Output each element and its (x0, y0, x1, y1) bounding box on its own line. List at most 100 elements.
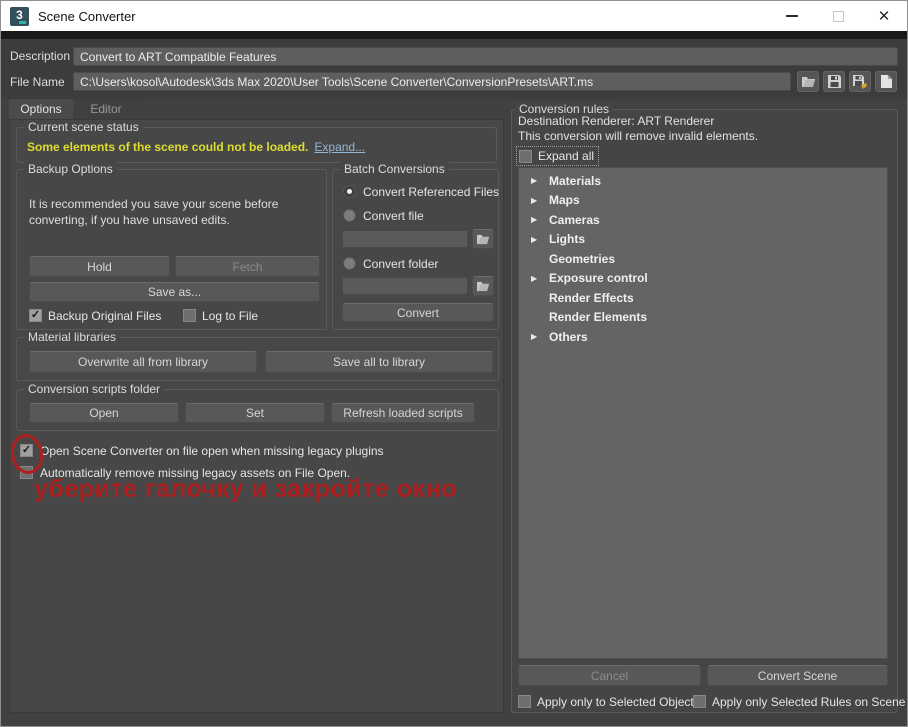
window-title: Scene Converter (38, 8, 136, 24)
maximize-button[interactable] (815, 1, 861, 31)
tree-item-label: Exposure control (549, 271, 648, 286)
conversion-scripts-folder-title: Conversion scripts folder (24, 382, 165, 396)
options-panel: Current scene status Some elements of th… (7, 119, 504, 713)
tree-item[interactable]: ▶ Others (519, 327, 887, 347)
save-as-button[interactable]: Save as... (29, 282, 320, 302)
tree-item[interactable]: Geometries (519, 249, 887, 269)
convert-file-radio[interactable] (343, 209, 356, 222)
convert-button[interactable]: Convert (342, 303, 494, 322)
file-name-label: File Name (10, 75, 65, 89)
scene-converter-window: 3 Scene Converter ✕ Description File Nam… (0, 0, 908, 727)
cancel-button[interactable]: Cancel (518, 665, 701, 686)
tab-editor[interactable]: Editor (74, 99, 138, 119)
backup-options-title: Backup Options (24, 162, 117, 176)
tree-item-label: Render Elements (549, 310, 648, 325)
save-all-to-library-button[interactable]: Save all to library (265, 351, 493, 373)
current-scene-status-title: Current scene status (24, 120, 143, 134)
expand-all-label: Expand all (538, 149, 595, 163)
open-folder-icon (801, 76, 816, 88)
convert-folder-input[interactable] (342, 277, 468, 295)
3ds-max-logo-icon: 3 (10, 6, 29, 26)
hold-button[interactable]: Hold (29, 256, 170, 277)
tree-item[interactable]: ▶ Lights (519, 230, 887, 250)
minimize-icon (786, 15, 798, 17)
browse-folder-button[interactable] (472, 276, 494, 296)
expand-arrow-icon[interactable]: ▶ (531, 235, 543, 244)
save-preset-as-button[interactable] (849, 71, 871, 92)
tree-item-label: Materials (549, 173, 602, 188)
logo-text: 3 (16, 8, 23, 22)
tree-item[interactable]: ▶ Maps (519, 191, 887, 211)
material-libraries-group: Material libraries Overwrite all from li… (16, 330, 499, 381)
tree-item[interactable]: ▶ Materials (519, 171, 887, 191)
convert-folder-label: Convert folder (363, 257, 439, 271)
batch-conversions-title: Batch Conversions (340, 162, 449, 176)
close-icon: ✕ (877, 7, 891, 25)
apply-only-selected-rules-checkbox[interactable] (693, 695, 706, 708)
description-input[interactable] (73, 47, 898, 66)
convert-file-input[interactable] (342, 230, 468, 248)
backup-options-group: Backup Options It is recommended you sav… (16, 162, 327, 330)
expand-link[interactable]: Expand... (314, 140, 365, 154)
open-scripts-button[interactable]: Open (29, 403, 179, 423)
backup-original-files-checkbox[interactable] (29, 309, 42, 322)
set-scripts-button[interactable]: Set (185, 403, 325, 423)
tree-item-label: Others (549, 329, 588, 344)
tree-item[interactable]: Render Elements (519, 308, 887, 328)
log-to-file-label: Log to File (202, 309, 259, 323)
tree-item[interactable]: ▶ Cameras (519, 210, 887, 230)
save-icon (827, 75, 841, 88)
tree-item-label: Maps (549, 193, 580, 208)
refresh-loaded-scripts-button[interactable]: Refresh loaded scripts (331, 403, 475, 423)
expand-all-control[interactable]: Expand all (516, 146, 600, 166)
file-name-input[interactable] (73, 72, 791, 91)
annotation-text: уберите галочку и закройте окно (34, 475, 457, 503)
convert-referenced-files-radio[interactable] (343, 185, 356, 198)
conversion-scripts-folder-group: Conversion scripts folder Open Set Refre… (16, 382, 499, 431)
tree-item-label: Geometries (549, 251, 616, 266)
fetch-button[interactable]: Fetch (175, 256, 320, 277)
tree-item[interactable]: Render Effects (519, 288, 887, 308)
convert-folder-radio[interactable] (343, 257, 356, 270)
scene-status-warning: Some elements of the scene could not be … (27, 140, 309, 154)
tree-item-label: Render Effects (549, 290, 634, 305)
rules-tree: ▶ Materials ▶ Maps ▶ Cameras ▶ Lights Geometries… (518, 167, 888, 659)
expand-arrow-icon[interactable]: ▶ (531, 274, 543, 283)
titlebar-divider (1, 31, 907, 39)
convert-file-label: Convert file (363, 209, 424, 223)
expand-arrow-icon[interactable]: ▶ (531, 215, 543, 224)
expand-arrow-icon[interactable]: ▶ (531, 332, 543, 341)
tree-item[interactable]: ▶ Exposure control (519, 269, 887, 289)
convert-scene-button[interactable]: Convert Scene (707, 665, 888, 686)
tree-item-label: Cameras (549, 212, 600, 227)
save-preset-button[interactable] (823, 71, 845, 92)
open-preset-button[interactable] (797, 71, 819, 92)
open-folder-icon (476, 281, 490, 292)
logo-accent (19, 20, 26, 24)
expand-arrow-icon[interactable]: ▶ (531, 196, 543, 205)
titlebar: 3 Scene Converter ✕ (1, 1, 907, 31)
tab-options[interactable]: Options (9, 99, 73, 119)
apply-only-selected-rules-label: Apply only Selected Rules on Scene (712, 695, 906, 709)
maximize-icon (832, 10, 844, 22)
conversion-rules-panel: Conversion rules Destination Renderer: A… (511, 102, 905, 713)
overwrite-all-from-library-button[interactable]: Overwrite all from library (29, 351, 257, 373)
log-to-file-checkbox[interactable] (183, 309, 196, 322)
current-scene-status-group: Current scene status Some elements of th… (16, 120, 497, 163)
minimize-button[interactable] (769, 1, 815, 31)
destination-renderer-text: Destination Renderer: ART Renderer (518, 114, 715, 128)
new-preset-button[interactable] (875, 71, 897, 92)
description-label: Description (10, 49, 71, 63)
new-document-icon (880, 75, 892, 88)
batch-conversions-group: Batch Conversions Convert Referenced Fil… (332, 162, 500, 330)
expand-all-checkbox[interactable] (519, 149, 532, 163)
save-as-icon (852, 74, 868, 89)
expand-arrow-icon[interactable]: ▶ (531, 176, 543, 185)
open-on-missing-plugins-label: Open Scene Converter on file open when m… (40, 444, 384, 458)
apply-only-selected-objects-label: Apply only to Selected Objects (537, 695, 700, 709)
browse-file-button[interactable] (472, 229, 494, 249)
open-folder-icon (476, 234, 490, 245)
close-button[interactable]: ✕ (861, 1, 907, 31)
convert-referenced-files-label: Convert Referenced Files (363, 185, 500, 199)
apply-only-selected-objects-checkbox[interactable] (518, 695, 531, 708)
